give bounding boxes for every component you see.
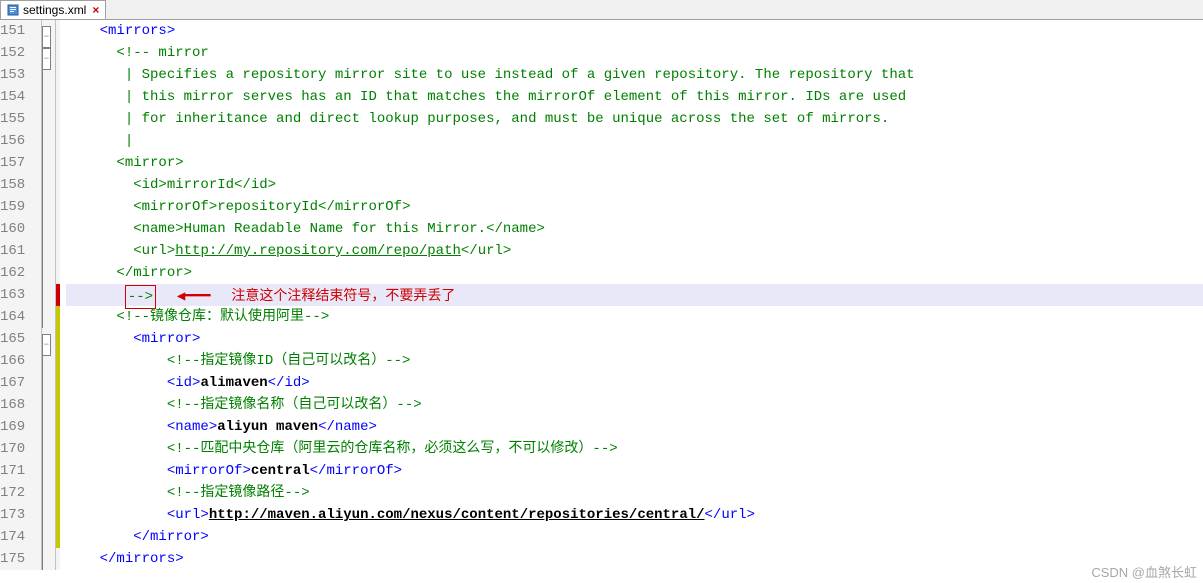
code-line[interactable]: <!--匹配中央仓库（阿里云的仓库名称，必须这么写，不可以修改）--> bbox=[66, 438, 1203, 460]
line-number: 174 bbox=[0, 526, 35, 548]
line-number: 163 bbox=[0, 284, 35, 306]
code-line[interactable]: | this mirror serves has an ID that matc… bbox=[66, 86, 1203, 108]
code-line[interactable]: | bbox=[66, 130, 1203, 152]
line-number: 173 bbox=[0, 504, 35, 526]
line-number: 154 bbox=[0, 86, 35, 108]
code-line[interactable]: <url>http://maven.aliyun.com/nexus/conte… bbox=[66, 504, 1203, 526]
code-line[interactable]: <name>aliyun maven</name> bbox=[66, 416, 1203, 438]
fold-marker[interactable] bbox=[42, 306, 55, 328]
line-number: 159 bbox=[0, 196, 35, 218]
fold-marker[interactable] bbox=[42, 108, 55, 130]
file-tab-label: settings.xml bbox=[23, 3, 86, 17]
fold-marker[interactable] bbox=[42, 438, 55, 460]
line-number: 172 bbox=[0, 482, 35, 504]
line-number: 155 bbox=[0, 108, 35, 130]
code-line[interactable]: <!-- mirror bbox=[66, 42, 1203, 64]
code-line[interactable]: <!--指定镜像ID（自己可以改名）--> bbox=[66, 350, 1203, 372]
line-number: 168 bbox=[0, 394, 35, 416]
fold-marker[interactable] bbox=[42, 284, 55, 306]
line-number: 162 bbox=[0, 262, 35, 284]
line-number: 157 bbox=[0, 152, 35, 174]
code-line[interactable]: <mirrorOf>repositoryId</mirrorOf> bbox=[66, 196, 1203, 218]
close-icon[interactable]: × bbox=[92, 3, 99, 17]
fold-marker[interactable]: − bbox=[42, 20, 55, 42]
fold-marker[interactable] bbox=[42, 218, 55, 240]
code-line[interactable]: </mirrors> bbox=[66, 548, 1203, 570]
fold-marker[interactable] bbox=[42, 262, 55, 284]
fold-marker[interactable] bbox=[42, 196, 55, 218]
code-line[interactable]: <!--指定镜像路径--> bbox=[66, 482, 1203, 504]
tab-bar: settings.xml × bbox=[0, 0, 1203, 20]
line-number: 167 bbox=[0, 372, 35, 394]
code-line[interactable]: <id>alimaven</id> bbox=[66, 372, 1203, 394]
fold-marker[interactable] bbox=[42, 460, 55, 482]
fold-marker[interactable] bbox=[42, 504, 55, 526]
line-number: 161 bbox=[0, 240, 35, 262]
line-number: 166 bbox=[0, 350, 35, 372]
code-line[interactable]: <mirror> bbox=[66, 152, 1203, 174]
fold-marker[interactable]: − bbox=[42, 328, 55, 350]
fold-marker[interactable] bbox=[42, 394, 55, 416]
fold-marker[interactable] bbox=[42, 526, 55, 548]
line-number: 158 bbox=[0, 174, 35, 196]
line-number: 169 bbox=[0, 416, 35, 438]
code-content[interactable]: <mirrors> <!-- mirror | Specifies a repo… bbox=[60, 20, 1203, 570]
code-line[interactable]: | for inheritance and direct lookup purp… bbox=[66, 108, 1203, 130]
line-number: 164 bbox=[0, 306, 35, 328]
code-line[interactable]: </mirror> bbox=[66, 526, 1203, 548]
line-number: 160 bbox=[0, 218, 35, 240]
line-number: 151 bbox=[0, 20, 35, 42]
line-number: 175 bbox=[0, 548, 35, 570]
arrow-icon: ◀━━━ bbox=[160, 286, 211, 308]
code-line[interactable]: <id>mirrorId</id> bbox=[66, 174, 1203, 196]
fold-marker[interactable] bbox=[42, 240, 55, 262]
line-number: 152 bbox=[0, 42, 35, 64]
fold-marker[interactable] bbox=[42, 416, 55, 438]
fold-gutter[interactable]: −−− bbox=[42, 20, 56, 570]
fold-marker[interactable] bbox=[42, 372, 55, 394]
code-line[interactable]: <url>http://my.repository.com/repo/path<… bbox=[66, 240, 1203, 262]
fold-marker[interactable] bbox=[42, 174, 55, 196]
code-line[interactable]: <mirrors> bbox=[66, 20, 1203, 42]
watermark: CSDN @血煞长虹 bbox=[1091, 562, 1197, 581]
file-tab[interactable]: settings.xml × bbox=[0, 0, 106, 19]
line-number: 165 bbox=[0, 328, 35, 350]
line-number: 171 bbox=[0, 460, 35, 482]
line-number: 153 bbox=[0, 64, 35, 86]
code-line[interactable]: <mirror> bbox=[66, 328, 1203, 350]
fold-marker[interactable] bbox=[42, 482, 55, 504]
fold-marker[interactable] bbox=[42, 86, 55, 108]
code-line[interactable]: <mirrorOf>central</mirrorOf> bbox=[66, 460, 1203, 482]
code-line[interactable]: </mirror> bbox=[66, 262, 1203, 284]
line-number: 170 bbox=[0, 438, 35, 460]
line-number: 156 bbox=[0, 130, 35, 152]
annotation-text: 注意这个注释结束符号，不要弄丢了 bbox=[231, 287, 455, 303]
fold-marker[interactable] bbox=[42, 548, 55, 570]
xml-file-icon bbox=[7, 4, 19, 16]
line-number-gutter: 1511521531541551561571581591601611621631… bbox=[0, 20, 42, 570]
code-line[interactable]: <!--指定镜像名称（自己可以改名）--> bbox=[66, 394, 1203, 416]
code-line[interactable]: --> ◀━━━ 注意这个注释结束符号，不要弄丢了 bbox=[66, 284, 1203, 306]
code-line[interactable]: <name>Human Readable Name for this Mirro… bbox=[66, 218, 1203, 240]
code-editor[interactable]: 1511521531541551561571581591601611621631… bbox=[0, 20, 1203, 570]
code-line[interactable]: <!--镜像仓库：默认使用阿里--> bbox=[66, 306, 1203, 328]
fold-marker[interactable] bbox=[42, 152, 55, 174]
fold-marker[interactable] bbox=[42, 130, 55, 152]
code-line[interactable]: | Specifies a repository mirror site to … bbox=[66, 64, 1203, 86]
